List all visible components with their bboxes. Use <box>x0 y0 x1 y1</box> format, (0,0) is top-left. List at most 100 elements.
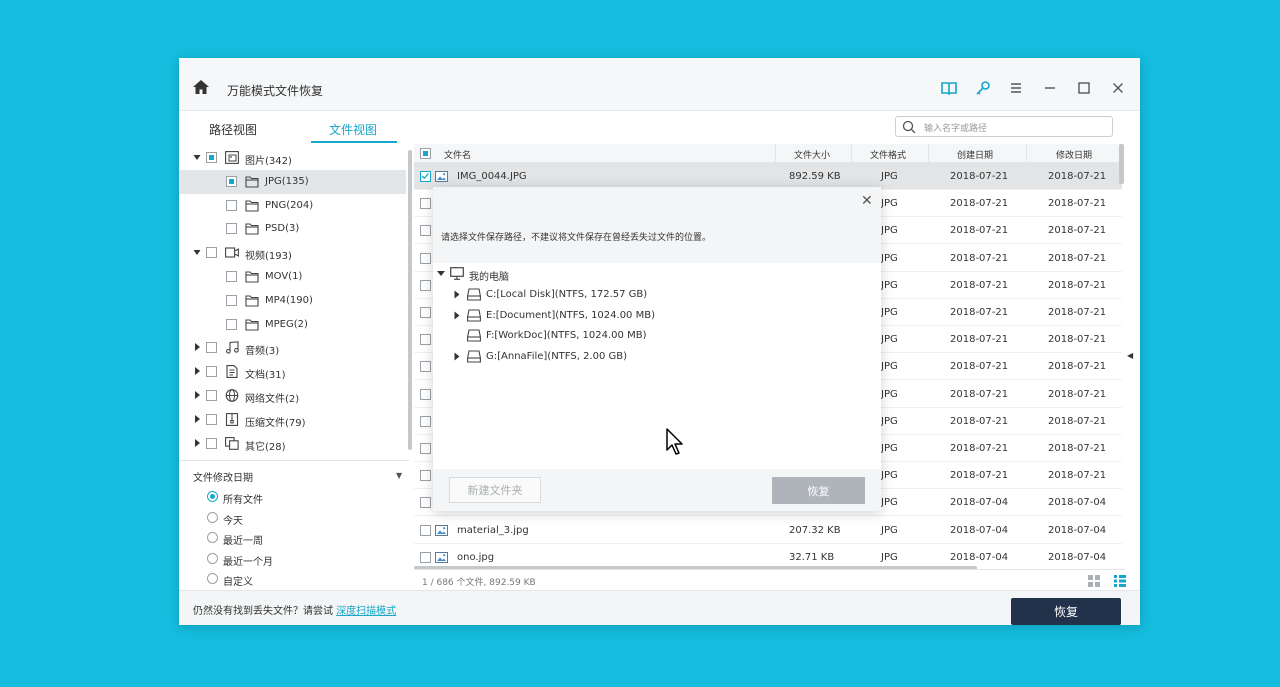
tree-checkbox[interactable] <box>206 152 217 163</box>
dialog-close-icon[interactable]: ✕ <box>861 193 873 209</box>
row-checkbox[interactable] <box>420 415 431 427</box>
deep-scan-link[interactable]: 深度扫描模式 <box>336 606 396 617</box>
header-size[interactable]: 文件大小 <box>794 148 830 161</box>
file-created: 2018-07-21 <box>950 307 1009 318</box>
tree-checkbox[interactable] <box>206 390 217 401</box>
chevron-right-icon[interactable] <box>193 390 201 400</box>
tree-checkbox[interactable] <box>226 318 237 330</box>
row-checkbox[interactable] <box>420 497 431 509</box>
row-checkbox[interactable] <box>420 334 431 346</box>
chevron-right-icon[interactable] <box>453 352 461 361</box>
active-tab-indicator <box>311 141 397 143</box>
row-checkbox[interactable] <box>420 279 431 291</box>
file-created: 2018-07-21 <box>950 279 1009 291</box>
file-modified: 2018-07-21 <box>1048 198 1107 210</box>
table-row[interactable]: material_3.jpg 207.32 KB JPG 2018-07-04 2018… <box>414 517 1122 544</box>
tree-item[interactable]: 音频(3) <box>179 336 406 360</box>
header-modified[interactable]: 修改日期 <box>1056 148 1092 161</box>
dialog-recover-button[interactable]: 恢复 <box>772 477 865 504</box>
chevron-down-icon[interactable] <box>193 247 201 257</box>
tree-checkbox[interactable] <box>206 366 217 378</box>
key-icon[interactable] <box>975 80 991 96</box>
tree-checkbox[interactable] <box>206 342 217 354</box>
header-name[interactable]: 文件名 <box>444 148 471 161</box>
row-checkbox[interactable] <box>420 225 431 237</box>
new-folder-button[interactable]: 新建文件夹 <box>449 477 541 503</box>
footer-hint: 仍然没有找到丢失文件？请尝试 深度扫描模式 <box>193 602 396 617</box>
row-checkbox[interactable] <box>420 307 431 318</box>
tree-scrollbar[interactable] <box>408 150 412 450</box>
chevron-right-icon[interactable] <box>193 414 201 424</box>
chevron-down-icon[interactable] <box>193 152 201 162</box>
tree-item-label: MP4(190) <box>265 294 313 306</box>
header-created[interactable]: 创建日期 <box>957 148 993 161</box>
row-checkbox[interactable] <box>420 252 431 264</box>
maximize-icon[interactable] <box>1076 80 1092 96</box>
search-input[interactable]: 输入名字或路径 <box>895 116 1113 137</box>
chevron-right-icon[interactable] <box>193 366 201 376</box>
chevron-right-icon[interactable] <box>453 290 461 299</box>
file-size: 207.32 KB <box>789 524 841 536</box>
date-filter-radio[interactable] <box>207 511 218 523</box>
select-all-checkbox[interactable] <box>420 148 431 159</box>
folder-icon <box>245 319 259 331</box>
tree-item[interactable]: 文档(31) <box>179 360 406 384</box>
tree-checkbox[interactable] <box>226 175 237 187</box>
list-scrollbar[interactable] <box>1119 144 1124 184</box>
date-filter-radio[interactable] <box>207 491 218 502</box>
tree-item[interactable]: PNG(204) <box>179 194 406 218</box>
tree-item[interactable]: JPG(135) <box>179 169 406 194</box>
chevron-down-icon[interactable] <box>437 269 445 278</box>
date-filter-label: 所有文件 <box>223 495 263 506</box>
tree-checkbox[interactable] <box>226 199 237 211</box>
chevron-right-icon[interactable] <box>453 311 461 320</box>
date-filter-radio[interactable] <box>207 532 218 543</box>
tree-item[interactable]: 图片(342) <box>179 146 406 170</box>
row-checkbox[interactable] <box>420 551 431 563</box>
tab-path-view[interactable]: 路径视图 <box>209 121 257 138</box>
tree-item[interactable]: PSD(3) <box>179 217 406 241</box>
tree-item[interactable]: MP4(190) <box>179 289 406 313</box>
home-icon[interactable] <box>193 80 209 94</box>
chevron-right-icon[interactable] <box>193 438 201 448</box>
row-checkbox[interactable] <box>420 361 431 373</box>
date-filter-label: 最近一个月 <box>223 556 273 568</box>
row-checkbox[interactable] <box>420 198 431 210</box>
file-created: 2018-07-21 <box>950 415 1009 427</box>
close-icon[interactable] <box>1110 80 1126 96</box>
recover-button[interactable]: 恢复 <box>1011 598 1121 625</box>
tree-item[interactable]: MOV(1) <box>179 265 406 289</box>
tree-checkbox[interactable] <box>226 294 237 306</box>
book-icon[interactable] <box>941 80 957 96</box>
chevron-right-icon[interactable] <box>193 342 201 352</box>
grid-view-icon[interactable] <box>1088 575 1100 587</box>
header-format[interactable]: 文件格式 <box>870 148 906 161</box>
tree-checkbox[interactable] <box>206 413 217 425</box>
chevron-down-icon[interactable]: ▼ <box>396 471 402 480</box>
file-modified: 2018-07-21 <box>1048 225 1107 237</box>
row-checkbox[interactable] <box>420 388 431 400</box>
tab-file-view[interactable]: 文件视图 <box>329 121 377 138</box>
row-checkbox[interactable] <box>420 470 431 482</box>
row-checkbox[interactable] <box>420 171 431 182</box>
tree-item[interactable]: 其它(28) <box>179 432 406 456</box>
tree-checkbox[interactable] <box>206 437 217 449</box>
tree-checkbox[interactable] <box>226 223 237 235</box>
tree-checkbox[interactable] <box>206 247 217 259</box>
tree-item[interactable]: 压缩文件(79) <box>179 408 406 432</box>
tree-checkbox[interactable] <box>226 271 237 282</box>
tree-item[interactable]: 视频(193) <box>179 241 406 265</box>
minimize-icon[interactable] <box>1042 80 1058 96</box>
menu-icon[interactable] <box>1008 80 1024 96</box>
tree-item[interactable]: 网络文件(2) <box>179 384 406 408</box>
date-filter-radio[interactable] <box>207 552 218 564</box>
dialog-header: ✕ 请选择文件保存路径，不建议将文件保存在曾经丢失过文件的位置。 <box>433 187 881 263</box>
table-row[interactable]: IMG_0044.JPG 892.59 KB JPG 2018-07-21 2018-0… <box>414 163 1122 190</box>
row-checkbox[interactable] <box>420 524 431 536</box>
list-view-icon[interactable] <box>1114 575 1126 587</box>
tree-item[interactable]: MPEG(2) <box>179 313 406 337</box>
row-checkbox[interactable] <box>420 443 431 454</box>
file-created: 2018-07-21 <box>950 171 1009 182</box>
date-filter-radio[interactable] <box>207 573 218 584</box>
collapse-panel-icon[interactable]: ◀ <box>1127 351 1133 360</box>
